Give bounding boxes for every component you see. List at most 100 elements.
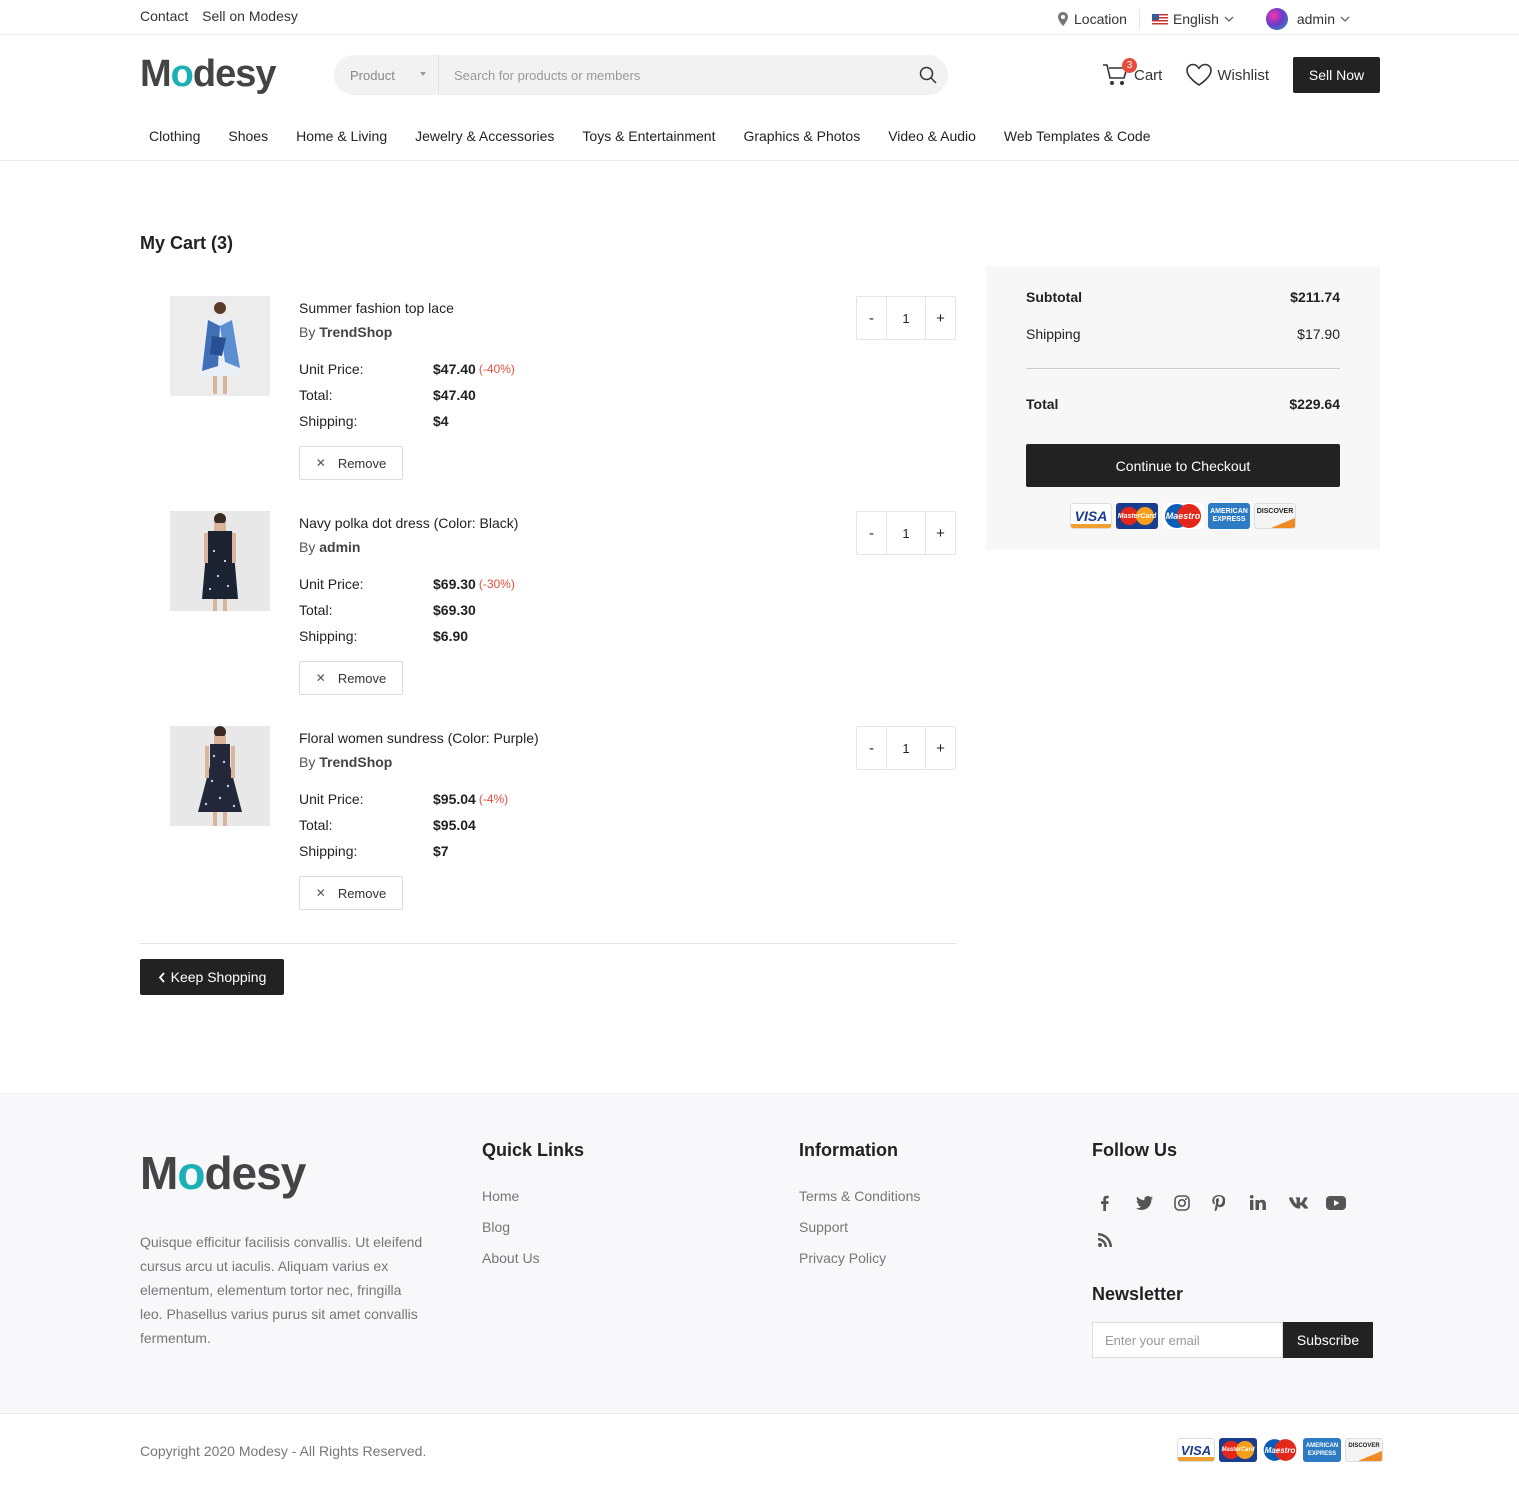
sell-now-button[interactable]: Sell Now bbox=[1293, 57, 1380, 93]
subscribe-button[interactable]: Subscribe bbox=[1283, 1322, 1373, 1358]
quantity-input[interactable]: 1 bbox=[887, 512, 925, 554]
quantity-input[interactable]: 1 bbox=[887, 727, 925, 769]
header-actions: 3 Cart Wishlist Sell Now bbox=[1102, 57, 1380, 93]
total-summary-label: Total bbox=[1026, 396, 1059, 412]
nav-item-video-audio[interactable]: Video & Audio bbox=[888, 128, 976, 144]
product-image[interactable] bbox=[170, 726, 270, 826]
footer-logo[interactable]: Modesy bbox=[140, 1146, 306, 1200]
location-pin-icon bbox=[1058, 12, 1068, 26]
copyright-text: Copyright 2020 Modesy - All Rights Reser… bbox=[140, 1443, 427, 1459]
nav-item-graphics[interactable]: Graphics & Photos bbox=[743, 128, 860, 144]
seller-name[interactable]: TrendShop bbox=[319, 324, 392, 340]
wishlist-label: Wishlist bbox=[1217, 66, 1269, 84]
footer-link-privacy[interactable]: Privacy Policy bbox=[799, 1250, 920, 1281]
information-heading: Information bbox=[799, 1140, 898, 1160]
unit-price-label: Unit Price: bbox=[299, 576, 364, 592]
cart-label: Cart bbox=[1133, 66, 1163, 84]
seller-name[interactable]: admin bbox=[319, 539, 360, 555]
remove-button[interactable]: ✕ Remove bbox=[299, 446, 403, 480]
wishlist-button[interactable]: Wishlist bbox=[1185, 62, 1269, 88]
unit-price-label: Unit Price: bbox=[299, 791, 364, 807]
footer-link-blog[interactable]: Blog bbox=[482, 1219, 540, 1250]
linkedin-icon[interactable] bbox=[1244, 1184, 1282, 1221]
shipping-summary-label: Shipping bbox=[1026, 326, 1081, 342]
twitter-icon[interactable] bbox=[1130, 1184, 1168, 1221]
chevron-down-icon bbox=[1340, 16, 1350, 22]
unit-price-row: Unit Price: $69.30 (-30%) bbox=[299, 571, 518, 597]
language-label: English bbox=[1172, 11, 1219, 27]
product-image[interactable] bbox=[170, 296, 270, 396]
unit-price-value: $69.30 bbox=[433, 576, 476, 592]
sell-on-link[interactable]: Sell on Modesy bbox=[202, 8, 298, 24]
quantity-input[interactable]: 1 bbox=[887, 297, 925, 339]
maestro-text: Maestro bbox=[1165, 511, 1201, 521]
product-name[interactable]: Summer fashion top lace bbox=[299, 300, 515, 316]
shipping-value: $7 bbox=[433, 843, 449, 859]
rss-icon[interactable] bbox=[1092, 1221, 1130, 1258]
nav-item-web-templates[interactable]: Web Templates & Code bbox=[1004, 128, 1151, 144]
nav-item-jewelry[interactable]: Jewelry & Accessories bbox=[415, 128, 554, 144]
product-image[interactable] bbox=[170, 511, 270, 611]
cart-button[interactable]: 3 Cart bbox=[1102, 58, 1163, 88]
product-name[interactable]: Floral women sundress (Color: Purple) bbox=[299, 730, 539, 746]
pinterest-icon[interactable] bbox=[1206, 1184, 1244, 1221]
search-category-select[interactable]: Product bbox=[334, 55, 439, 95]
location-selector[interactable]: Location bbox=[1045, 11, 1139, 27]
instagram-icon[interactable] bbox=[1168, 1184, 1206, 1221]
unit-price-label: Unit Price: bbox=[299, 361, 364, 377]
search-input[interactable]: Search for products or members bbox=[439, 68, 908, 83]
nav-item-shoes[interactable]: Shoes bbox=[228, 128, 268, 144]
nav-item-home-living[interactable]: Home & Living bbox=[296, 128, 387, 144]
mastercard-text: MasterCard bbox=[1221, 1447, 1255, 1453]
checkout-button[interactable]: Continue to Checkout bbox=[1026, 444, 1340, 487]
product-name[interactable]: Navy polka dot dress (Color: Black) bbox=[299, 515, 518, 531]
nav-item-clothing[interactable]: Clothing bbox=[149, 128, 200, 144]
decrease-button[interactable]: - bbox=[857, 297, 887, 339]
price-details: Unit Price: $47.40 (-40%) Total: $47.40 Shi… bbox=[299, 356, 515, 434]
site-logo[interactable]: Modesy bbox=[140, 53, 276, 96]
quantity-stepper: - 1 + bbox=[856, 726, 956, 770]
footer-link-home[interactable]: Home bbox=[482, 1188, 540, 1219]
mastercard-icon: MasterCard bbox=[1219, 1438, 1257, 1462]
total-value: $69.30 bbox=[433, 602, 476, 618]
language-selector[interactable]: English bbox=[1140, 11, 1246, 27]
contact-link[interactable]: Contact bbox=[140, 8, 188, 24]
seller-line: By TrendShop bbox=[299, 324, 515, 340]
search-button[interactable] bbox=[908, 66, 948, 84]
email-field[interactable]: Enter your email bbox=[1092, 1322, 1283, 1358]
visa-icon: VISA bbox=[1070, 503, 1112, 529]
total-value: $47.40 bbox=[433, 387, 476, 403]
discover-icon: DISCOVER bbox=[1345, 1438, 1383, 1462]
remove-button[interactable]: ✕ Remove bbox=[299, 661, 403, 695]
user-menu[interactable]: admin bbox=[1246, 8, 1362, 30]
seller-name[interactable]: TrendShop bbox=[319, 754, 392, 770]
chevron-down-icon bbox=[1224, 16, 1234, 22]
increase-button[interactable]: + bbox=[925, 297, 955, 339]
footer-link-support[interactable]: Support bbox=[799, 1219, 920, 1250]
search-bar: Product Search for products or members bbox=[334, 55, 948, 95]
footer-link-terms[interactable]: Terms & Conditions bbox=[799, 1188, 920, 1219]
decrease-button[interactable]: - bbox=[857, 727, 887, 769]
top-bar-left: Contact Sell on Modesy bbox=[140, 8, 308, 24]
divider bbox=[1026, 368, 1340, 369]
subtotal-label: Subtotal bbox=[1026, 289, 1082, 305]
total-label: Total: bbox=[299, 602, 333, 618]
nav-item-toys[interactable]: Toys & Entertainment bbox=[582, 128, 715, 144]
keep-shopping-button[interactable]: Keep Shopping bbox=[140, 959, 284, 995]
vk-icon[interactable] bbox=[1282, 1184, 1320, 1221]
decrease-button[interactable]: - bbox=[857, 512, 887, 554]
remove-button[interactable]: ✕ Remove bbox=[299, 876, 403, 910]
facebook-icon[interactable] bbox=[1092, 1184, 1130, 1221]
increase-button[interactable]: + bbox=[925, 512, 955, 554]
cart-count-badge: 3 bbox=[1121, 58, 1137, 73]
close-icon: ✕ bbox=[315, 886, 326, 900]
footer-link-about[interactable]: About Us bbox=[482, 1250, 540, 1281]
search-category-label: Product bbox=[350, 67, 395, 83]
main-content: My Cart (3) Summer fashion top lace By T… bbox=[140, 161, 1380, 1091]
discount-label: (-30%) bbox=[478, 577, 515, 591]
product-info: Summer fashion top lace By TrendShop Uni… bbox=[299, 296, 515, 480]
shipping-row: Shipping: $4 bbox=[299, 408, 515, 434]
increase-button[interactable]: + bbox=[925, 727, 955, 769]
follow-us-heading: Follow Us bbox=[1092, 1140, 1177, 1160]
youtube-icon[interactable] bbox=[1320, 1184, 1358, 1221]
